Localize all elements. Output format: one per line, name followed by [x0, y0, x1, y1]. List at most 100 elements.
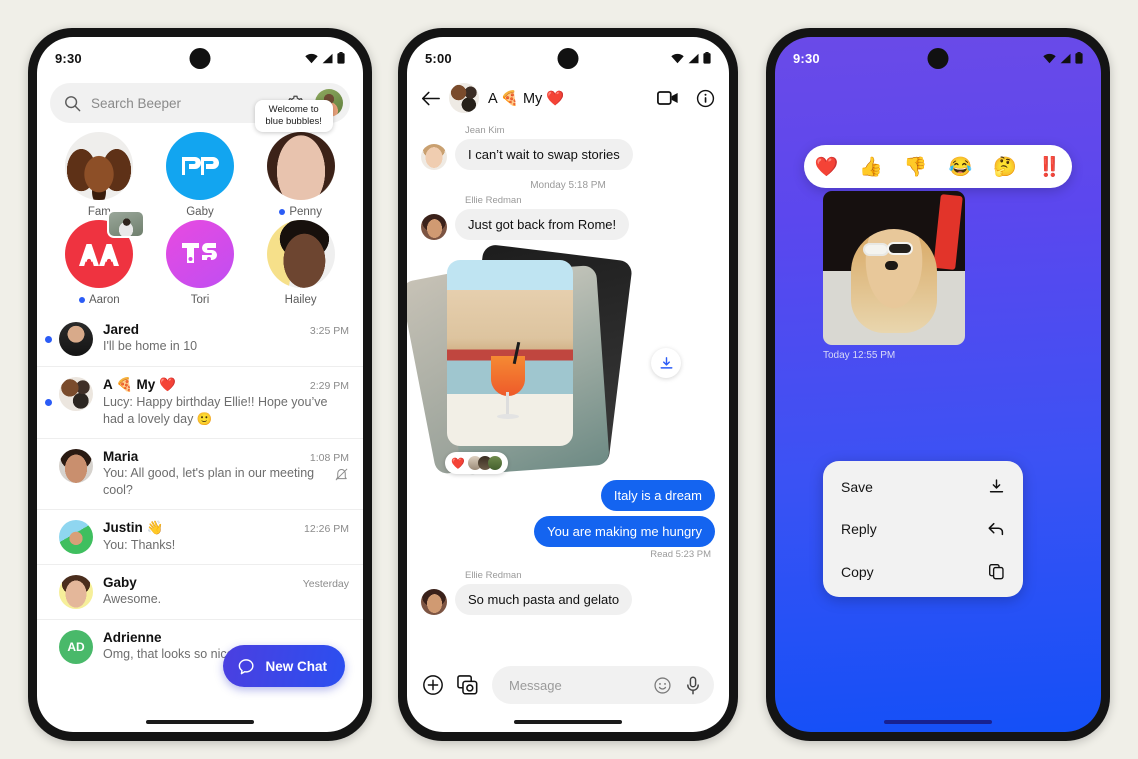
chat-row-top: Gaby Yesterday: [103, 575, 349, 590]
photo-attachment-stack[interactable]: ❤️: [407, 243, 681, 476]
avatar[interactable]: [266, 220, 335, 288]
read-receipt: Read 5:23 PM: [650, 549, 711, 560]
red-chair-shape: [933, 194, 963, 270]
reaction-thumbs-down[interactable]: 👎: [904, 155, 928, 179]
info-icon[interactable]: [696, 89, 715, 108]
video-call-icon[interactable]: [657, 90, 679, 106]
camera-punch-hole: [927, 48, 949, 69]
chat-preview: You: All good, let's plan in our meeting…: [103, 465, 349, 499]
unread-dot: [78, 297, 85, 303]
reaction-exclamation[interactable]: ‼️: [1038, 155, 1062, 179]
avatar: AD: [59, 629, 93, 664]
wifi-icon: [1043, 53, 1056, 64]
message-bubble[interactable]: Italy is a dream: [600, 480, 715, 511]
grid-item-label: Gaby: [186, 206, 214, 218]
status-system-icons: [671, 52, 711, 64]
chat-preview: Lucy: Happy birthday Ellie!! Hope you’ve…: [103, 394, 349, 428]
grid-item-penny[interactable]: Welcome to blue bubbles! Penny: [250, 100, 351, 218]
photo-card-front[interactable]: [447, 260, 573, 446]
grid-item-fam[interactable]: Fam: [49, 132, 150, 218]
chat-row-gaby[interactable]: Gaby Yesterday Awesome.: [37, 563, 363, 619]
home-indicator: [146, 720, 254, 724]
message-row-incoming: So much pasta and gelato: [421, 584, 715, 615]
home-indicator: [884, 720, 992, 724]
message-bubble[interactable]: So much pasta and gelato: [455, 584, 633, 615]
aa-logo-icon: [79, 244, 120, 266]
download-attachment-button[interactable]: [651, 348, 681, 378]
reactor-avatar-3: [487, 456, 502, 470]
phone-device-context-menu: 9:30 ❤️ 👍 👎 😂 🤔 ‼️ Today 12:55 PM Save R…: [766, 28, 1110, 741]
menu-item-reply[interactable]: Reply: [823, 508, 1023, 550]
chat-time: 12:26 PM: [304, 522, 349, 535]
new-chat-button[interactable]: New Chat: [223, 645, 345, 687]
photo-timestamp: Today 12:55 PM: [823, 350, 896, 361]
message-sender: Ellie Redman: [465, 570, 522, 581]
battery-icon: [337, 52, 345, 64]
message-bubble[interactable]: Just got back from Rome!: [455, 209, 630, 240]
reaction-pill[interactable]: ❤️: [445, 452, 508, 474]
chat-row-maria[interactable]: Maria 1:08 PM You: All good, let's plan …: [37, 437, 363, 509]
avatar[interactable]: [165, 132, 234, 200]
chat-preview: I'll be home in 10: [103, 338, 349, 355]
emoji-icon[interactable]: [653, 676, 672, 695]
chat-row-group[interactable]: A 🍕 My ❤️ 2:29 PM Lucy: Happy birthday E…: [37, 366, 363, 438]
message-bubble[interactable]: I can’t wait to swap stories: [455, 139, 633, 170]
photo-camera-icon[interactable]: [457, 674, 479, 696]
reaction-thinking[interactable]: 🤔: [993, 155, 1017, 179]
message-row-outgoing: Italy is a dream: [421, 480, 715, 511]
grid-item-hailey[interactable]: Hailey: [250, 220, 351, 306]
menu-item-copy[interactable]: Copy: [823, 550, 1023, 593]
chat-preview: You: Thanks!: [103, 537, 349, 554]
conversation-header: A 🍕 My ❤️: [407, 79, 729, 121]
chat-name: Adrienne: [103, 629, 162, 645]
chat-row-body: Gaby Yesterday Awesome.: [103, 575, 349, 608]
label-text: Aaron: [88, 294, 120, 306]
menu-item-save[interactable]: Save: [823, 465, 1023, 508]
avatar-grid: Fam Gaby Welcome to blue bubbles! Penny …: [37, 100, 363, 310]
reaction-picker-bar[interactable]: ❤️ 👍 👎 😂 🤔 ‼️: [804, 145, 1072, 188]
avatar: [59, 448, 93, 483]
grid-item-gaby[interactable]: Gaby: [150, 132, 251, 218]
chat-row-top: Justin 👋 12:26 PM: [103, 520, 349, 536]
ts-logo-icon: [181, 243, 217, 263]
phone-device-chat-list: 9:30 Search Beeper Fam Gaby Welcome to b…: [28, 28, 372, 741]
day-timestamp: Monday 5:18 PM: [530, 180, 606, 191]
grid-item-label: Penny: [279, 206, 322, 218]
reaction-laughing[interactable]: 😂: [948, 155, 972, 179]
wifi-icon: [305, 53, 318, 64]
avatar[interactable]: [65, 210, 146, 288]
photo-message[interactable]: [823, 191, 965, 345]
chat-time: 3:25 PM: [309, 325, 349, 337]
avatar-badge-thumbnail: [107, 210, 146, 238]
welcome-tooltip: Welcome to blue bubbles!: [254, 100, 333, 132]
avatar-initials: AD: [67, 639, 85, 654]
group-avatar[interactable]: [449, 83, 479, 113]
status-clock: 9:30: [55, 50, 82, 66]
message-input-field[interactable]: Message: [492, 666, 714, 704]
back-arrow-icon[interactable]: [421, 90, 440, 107]
avatar[interactable]: [65, 132, 134, 200]
reaction-thumbs-up[interactable]: 👍: [859, 155, 883, 179]
message-bubble[interactable]: You are making me hungry: [534, 516, 715, 547]
avatar[interactable]: [165, 220, 234, 288]
grid-item-tori[interactable]: Tori: [150, 220, 251, 306]
home-indicator: [514, 720, 622, 724]
signal-icon: [688, 53, 699, 64]
reaction-heart[interactable]: ❤️: [814, 155, 838, 179]
chat-row-body: Justin 👋 12:26 PM You: Thanks!: [103, 520, 349, 554]
message-row-incoming: Just got back from Rome!: [421, 209, 715, 240]
grid-item-aaron[interactable]: Aaron: [49, 210, 150, 306]
search-input[interactable]: Search Beeper: [91, 96, 276, 111]
chat-row-justin[interactable]: Justin 👋 12:26 PM You: Thanks!: [37, 508, 363, 564]
menu-item-label: Reply: [841, 521, 877, 537]
camera-punch-hole: [189, 48, 211, 69]
chat-row-jared[interactable]: Jared 3:25 PM I'll be home in 10: [37, 312, 363, 366]
avatar[interactable]: Welcome to blue bubbles!: [254, 100, 335, 200]
chat-row-body: Jared 3:25 PM I'll be home in 10: [103, 322, 349, 355]
plus-circle-icon[interactable]: [422, 674, 444, 696]
battery-icon: [1075, 52, 1083, 64]
message-input[interactable]: Message: [509, 678, 641, 693]
label-text: Gaby: [186, 206, 214, 218]
microphone-icon[interactable]: [684, 676, 702, 695]
chat-time: Yesterday: [302, 577, 349, 590]
